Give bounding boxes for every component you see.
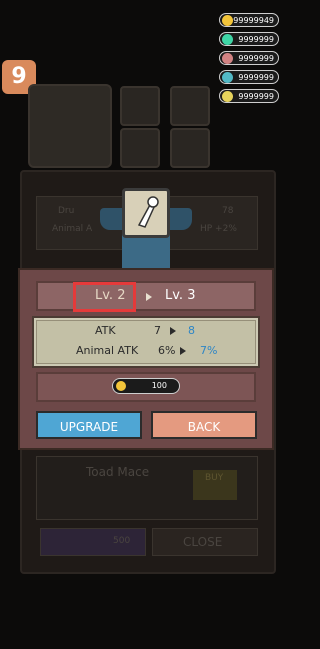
gold-coin-icon <box>116 381 126 391</box>
equip-slot <box>170 86 210 126</box>
bg-stat-value: HP +2% <box>200 224 237 234</box>
stat-next: 8 <box>188 324 195 337</box>
stat-label: Animal ATK <box>76 344 139 357</box>
bg-stat-label: Dru <box>58 206 75 216</box>
equip-slot <box>120 128 160 168</box>
arrow-right-icon <box>170 327 176 335</box>
weapon-slot <box>122 188 170 238</box>
arrow-right-icon <box>146 293 152 301</box>
bg-stat-label: Animal A <box>52 224 93 234</box>
bg-stat-value: 78 <box>222 206 234 216</box>
arrow-right-icon <box>180 347 186 355</box>
gold-coin-icon <box>222 15 233 26</box>
cost-value: 500 <box>113 536 131 546</box>
gold-counter: 99999949 <box>219 13 279 27</box>
banana-icon <box>222 91 233 102</box>
equip-slot <box>120 86 160 126</box>
stat-current: 6% <box>158 344 176 357</box>
cost-box: 500 <box>40 528 146 556</box>
close-button[interactable]: CLOSE <box>152 528 258 556</box>
buy-button[interactable]: BUY <box>193 470 237 500</box>
mace-icon <box>137 196 159 228</box>
back-button[interactable]: BACK <box>151 411 257 439</box>
stat-next: 7% <box>200 344 218 357</box>
gem-counter: 9999999 <box>219 32 279 46</box>
upgrade-cost: 100 <box>112 378 180 394</box>
next-level: Lv. 3 <box>165 288 196 303</box>
stats-inner <box>36 320 256 364</box>
sword-icon <box>222 53 233 64</box>
highlight-box <box>73 282 136 312</box>
claw-counter: 9999999 <box>219 70 279 84</box>
claw-icon <box>222 72 233 83</box>
equip-slot <box>170 128 210 168</box>
gem-icon <box>222 34 233 45</box>
character-portrait <box>28 84 112 168</box>
upgrade-button[interactable]: UPGRADE <box>36 411 142 439</box>
item-name: Toad Mace <box>86 465 150 479</box>
buy-label: BUY <box>205 473 224 483</box>
sword-counter: 9999999 <box>219 51 279 65</box>
close-label: CLOSE <box>183 535 223 549</box>
stat-label: ATK <box>95 324 116 337</box>
stat-current: 7 <box>154 324 161 337</box>
banana-counter: 9999999 <box>219 89 279 103</box>
